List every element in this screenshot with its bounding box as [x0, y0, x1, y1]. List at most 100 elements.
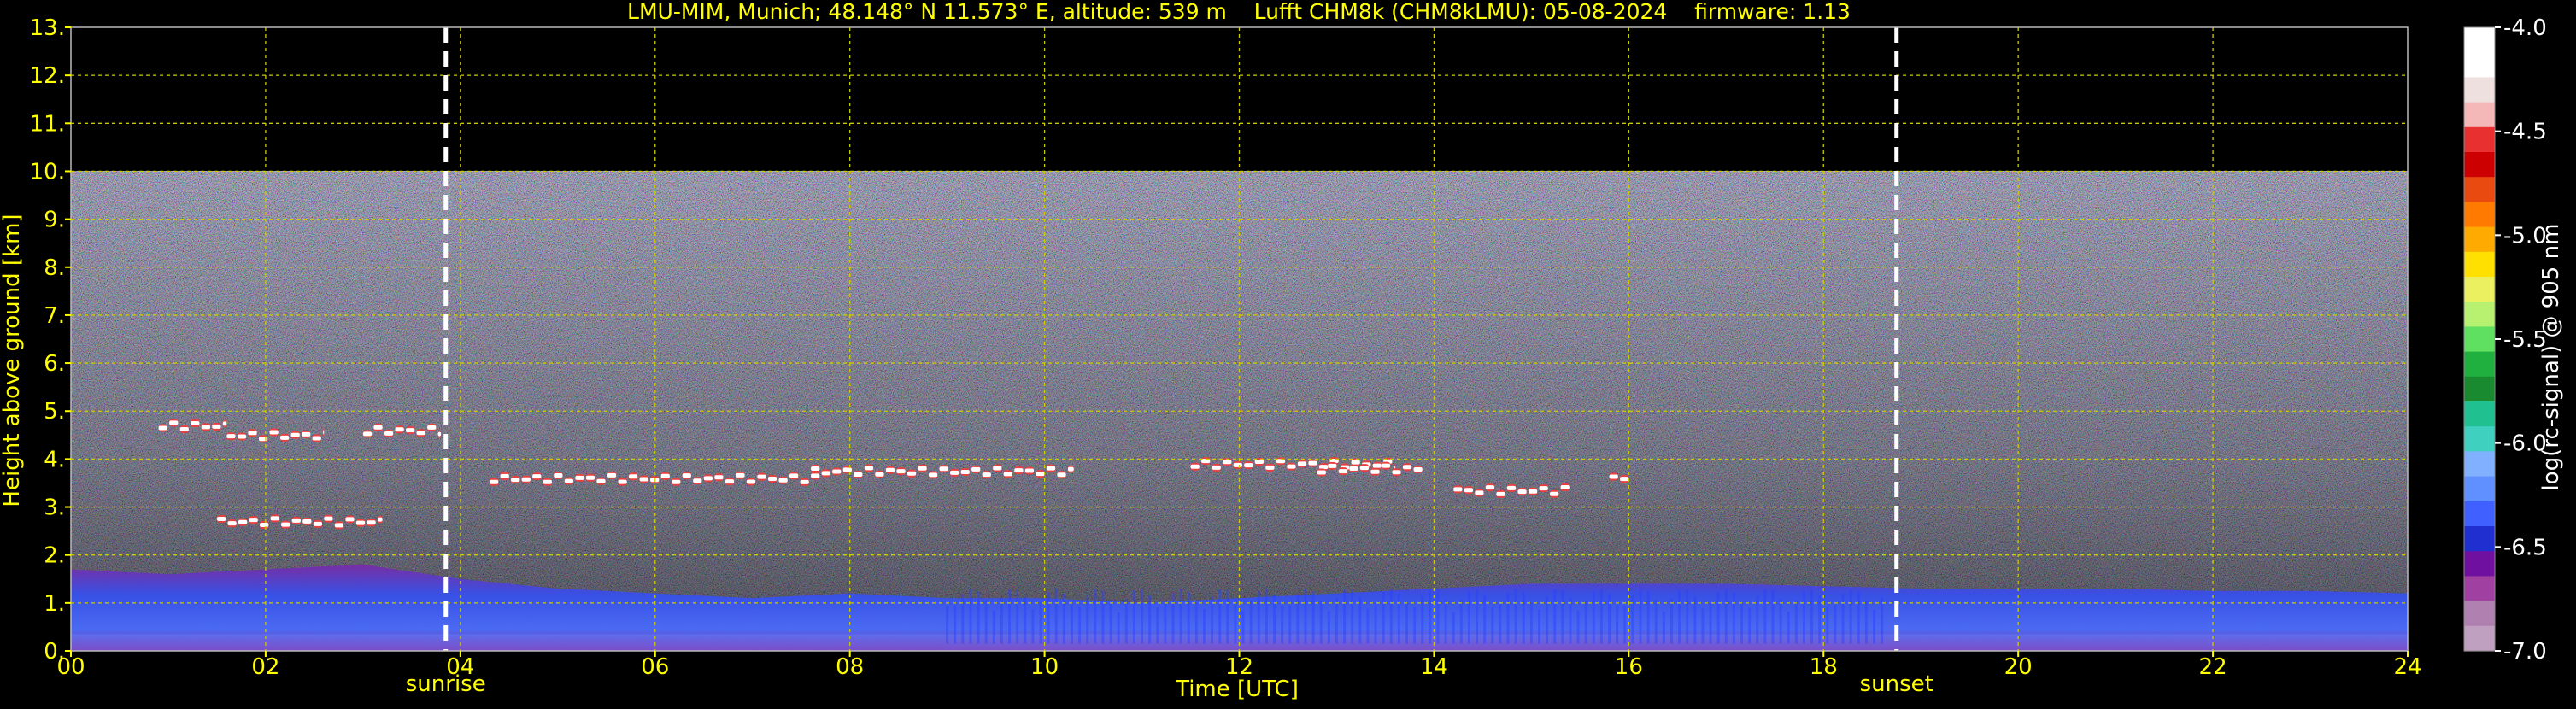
cloud-core	[1560, 485, 1570, 490]
cloud-core	[191, 421, 200, 426]
cloud-core	[334, 523, 344, 528]
cloud-core	[628, 474, 638, 479]
x-tick-label: 04	[446, 654, 474, 680]
colorbar-swatch	[2464, 177, 2495, 202]
colorbar-swatch	[2464, 376, 2495, 402]
cloud-core	[1318, 465, 1329, 470]
cloud-core	[842, 467, 852, 472]
cloud-core	[585, 475, 596, 480]
y-tick-label: 12.	[30, 63, 65, 89]
cloud-core	[1024, 468, 1035, 473]
cloud-core	[290, 432, 300, 437]
cloud-core	[258, 437, 268, 442]
cloud-core	[158, 425, 167, 431]
cloud-core	[982, 472, 991, 478]
cloud-core	[1233, 462, 1242, 467]
cloud-core	[1539, 486, 1548, 491]
cloud-core	[1244, 463, 1253, 468]
cloud-core	[618, 479, 627, 484]
cloud-core	[875, 472, 884, 477]
cloud-core	[960, 470, 970, 475]
cloud-core	[281, 522, 290, 527]
cloud-core	[767, 477, 777, 482]
cloud-core	[1550, 491, 1559, 496]
cloud-core	[1190, 464, 1200, 469]
cloud-core	[950, 470, 959, 475]
cloud-core	[395, 427, 404, 432]
x-tick-label: 02	[251, 654, 279, 680]
cloud-core	[249, 518, 258, 523]
cloud-core	[362, 431, 373, 437]
cloud-core	[885, 467, 895, 472]
cloud-core	[373, 425, 383, 430]
cloud-core	[564, 478, 574, 483]
cloud-core	[1338, 469, 1347, 474]
colorbar-swatch	[2464, 501, 2495, 527]
cloud-core	[1517, 489, 1527, 495]
cloud-core	[302, 431, 311, 437]
cloud-core	[1506, 485, 1517, 490]
cloud-core	[693, 478, 702, 483]
cloud-core	[1372, 463, 1382, 468]
cloud-core	[821, 471, 830, 476]
cloud-core	[1223, 460, 1232, 465]
colorbar-swatch	[2464, 625, 2495, 652]
cloud-core	[1496, 491, 1505, 496]
cloud-core	[169, 420, 179, 425]
colorbar-swatch	[2464, 52, 2495, 78]
cloud-core	[746, 479, 756, 484]
y-tick-label: 4.	[44, 447, 65, 472]
cloud-core	[971, 466, 981, 472]
cloud-core	[226, 434, 236, 439]
cloud-core	[832, 469, 842, 474]
cloud-core	[532, 474, 542, 479]
x-tick-label: 22	[2199, 654, 2227, 680]
colorbar-swatch	[2464, 77, 2495, 103]
chart-title: LMU-MIM, Munich; 48.148° N 11.573° E, al…	[627, 0, 1851, 24]
cloud-core	[896, 469, 906, 474]
colorbar-swatch	[2464, 426, 2495, 452]
colorbar-tick-label: -6.5	[2503, 535, 2547, 560]
cloud-core	[757, 474, 766, 479]
cloud-core	[778, 478, 788, 483]
cloud-core	[789, 473, 799, 478]
cloud-core	[1392, 470, 1401, 475]
cloud-core	[1308, 460, 1317, 466]
cloud-core	[201, 425, 210, 430]
cloud-core	[1620, 477, 1629, 482]
cloud-core	[367, 520, 376, 525]
cloud-core	[269, 430, 279, 435]
cloud-core	[682, 473, 691, 478]
plot-area	[71, 27, 2408, 651]
cloud-core	[854, 472, 863, 477]
cloud-core	[437, 431, 442, 437]
x-tick-label: 08	[836, 654, 864, 680]
cloud-core	[227, 521, 237, 526]
colorbar-swatch	[2464, 126, 2495, 153]
cloud-core	[1212, 465, 1221, 470]
cloud-core	[500, 473, 509, 478]
cloud-core	[1349, 466, 1358, 471]
cloud-core	[324, 516, 333, 521]
cloud-core	[1381, 463, 1391, 468]
cloud-core	[406, 428, 415, 433]
cloud-core	[313, 521, 323, 526]
colorbar-swatch	[2464, 601, 2495, 627]
colorbar-swatch	[2464, 27, 2495, 53]
cloud-core	[1370, 469, 1380, 474]
cloud-core	[1254, 460, 1264, 465]
cloud-core	[248, 431, 257, 436]
cloud-core	[260, 523, 269, 528]
cloud-core	[1413, 467, 1423, 472]
y-tick-label: 13.	[30, 15, 65, 41]
cloud-core	[1317, 470, 1326, 475]
cloud-core	[639, 477, 648, 482]
x-tick-label: 06	[641, 654, 669, 680]
cloud-core	[1265, 465, 1275, 470]
y-tick-label: 11.	[30, 111, 65, 137]
cloud-core	[928, 472, 938, 478]
cloud-core	[939, 466, 948, 472]
cloud-core	[1287, 464, 1296, 469]
colorbar-swatch	[2464, 326, 2495, 353]
y-tick-label: 10.	[30, 159, 65, 185]
